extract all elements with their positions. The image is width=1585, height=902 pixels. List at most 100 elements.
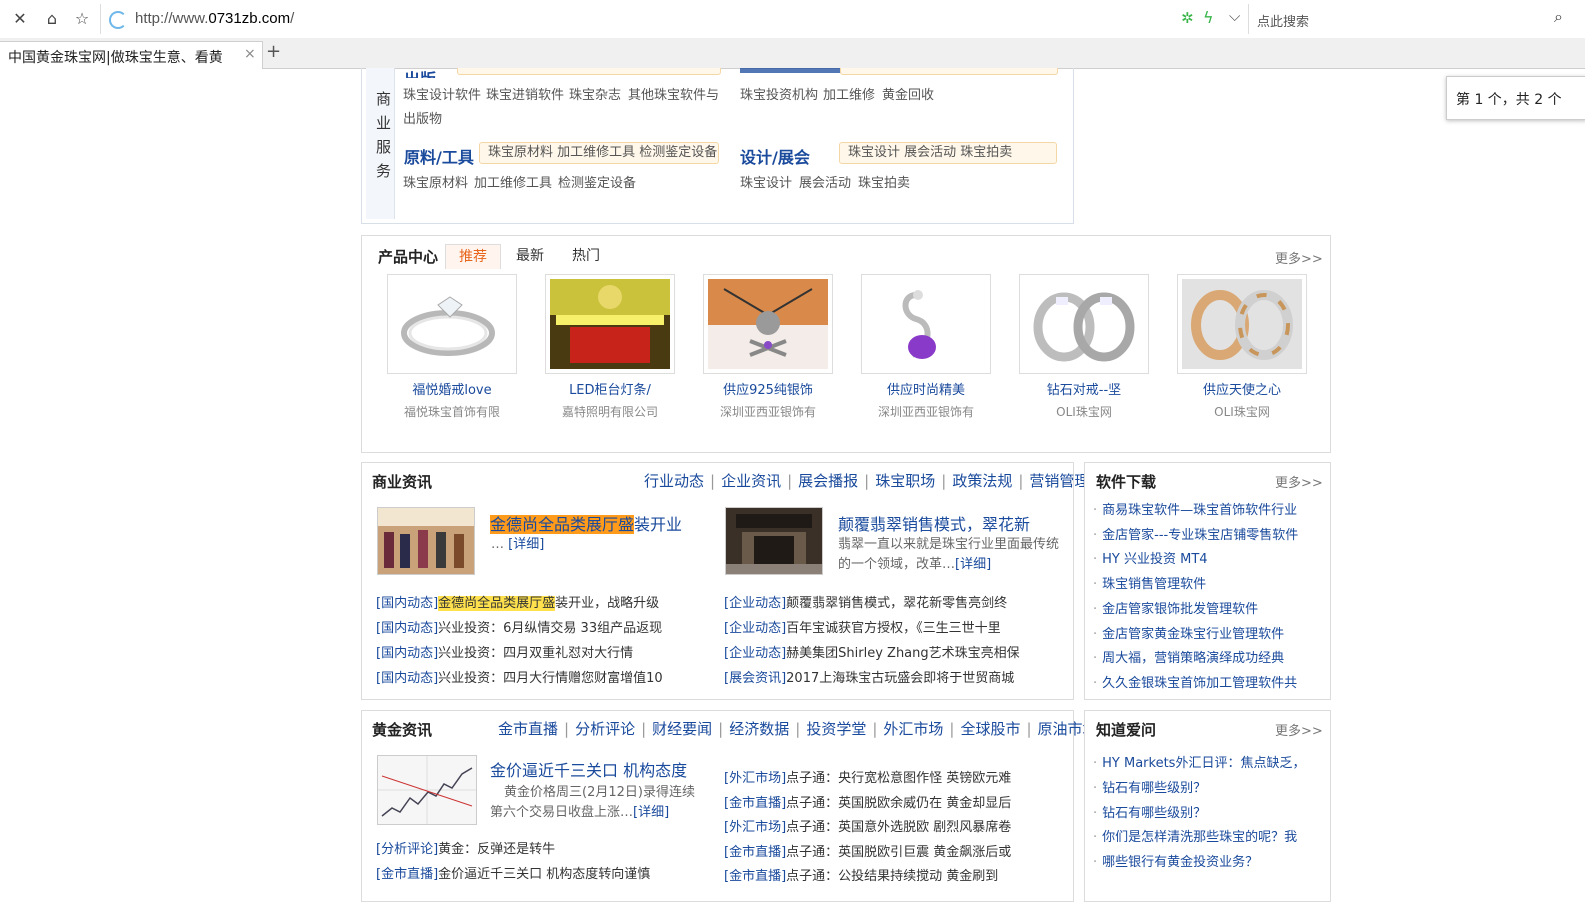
service-link[interactable]: 珠宝杂志 (569, 84, 621, 103)
refresh-icon[interactable]: ✲ (1181, 9, 1194, 27)
product-image[interactable] (703, 274, 833, 374)
news-list-item[interactable]: [金市直播]金价逼近千三关口 机构态度转向谨慎 (376, 863, 650, 882)
product-name[interactable]: 福悦婚戒love (387, 379, 517, 398)
news-list-item[interactable]: [展会资讯]2017上海珠宝古玩盛会即将于世贸商城 (724, 667, 1014, 686)
detail-link[interactable]: [详细] (955, 557, 991, 572)
url-text[interactable]: http://www.0731zb.com/ (135, 10, 294, 27)
nav-link[interactable]: 企业资讯 (721, 472, 781, 490)
nav-link[interactable]: 营销管理 (1029, 472, 1089, 490)
tab-latest[interactable]: 最新 (516, 244, 544, 268)
news-list-item[interactable]: [国内动态]兴业投资：四月大行情赠您财富增值10 (376, 667, 663, 686)
news-list-item[interactable]: [企业动态]颠覆翡翠销售模式，翠花新零售亮剑终 (724, 592, 1007, 611)
nav-link[interactable]: 全球股市 (960, 720, 1020, 738)
more-link[interactable]: 更多>> (1275, 248, 1323, 267)
news-headline[interactable]: 金德尚全品类展厅盛装开业 (490, 511, 682, 535)
product-image[interactable] (861, 274, 991, 374)
more-link[interactable]: 更多>> (1275, 472, 1323, 491)
news-list-item[interactable]: [外汇市场]点子通：英国意外选脱欧 剧烈风暴席卷 (724, 816, 1011, 835)
service-link[interactable]: 加工维修工具 (474, 172, 552, 191)
service-link[interactable]: 珠宝拍卖 (858, 172, 910, 191)
news-headline[interactable]: 颠覆翡翠销售模式，翠花新 (838, 511, 1030, 535)
product-image[interactable] (545, 274, 675, 374)
service-link[interactable]: 其他珠宝软件与 (628, 84, 719, 103)
software-item[interactable]: HY 兴业投资 MT4 (1093, 548, 1207, 567)
browser-tab[interactable]: 中国黄金珠宝网|做珠宝生意、看黄 × (0, 41, 263, 69)
news-thumbnail[interactable] (377, 507, 475, 575)
nav-link[interactable]: 政策法规 (952, 472, 1012, 490)
product-company[interactable]: 嘉特照明有限公司 (545, 403, 675, 420)
product-company[interactable]: OLI珠宝网 (1019, 403, 1149, 420)
address-bar[interactable]: http://www.0731zb.com/ ✲ ϟ ⌵ (100, 4, 1249, 34)
product-company[interactable]: 深圳亚西亚银饰有 (703, 403, 833, 420)
service-link[interactable]: 珠宝设计软件 (403, 84, 481, 103)
news-list-item[interactable]: [金市直播]点子通：公投结果持续搅动 黄金刷到 (724, 865, 998, 884)
product-image[interactable] (387, 274, 517, 374)
product-name[interactable]: 供应925纯银饰 (703, 379, 833, 398)
service-link[interactable]: 黄金回收 (882, 84, 934, 103)
star-icon[interactable]: ☆ (70, 7, 94, 31)
news-list-item[interactable]: [分析评论]黄金：反弹还是转牛 (376, 838, 555, 857)
nav-link[interactable]: 外汇市场 (883, 720, 943, 738)
nav-link[interactable]: 展会播报 (798, 472, 858, 490)
product-name[interactable]: LED柜台灯条/ (545, 379, 675, 398)
qa-item[interactable]: 钻石有哪些级别？ (1093, 802, 1206, 821)
software-item[interactable]: 金店管家银饰批发管理软件 (1093, 598, 1258, 617)
nav-link[interactable]: 投资学堂 (806, 720, 866, 738)
tab-close-icon[interactable]: × (244, 46, 256, 62)
service-link[interactable]: 珠宝投资机构 (740, 84, 818, 103)
nav-link[interactable]: 分析评论 (575, 720, 635, 738)
product-name[interactable]: 钻石对戒--坚 (1019, 379, 1149, 398)
news-thumbnail[interactable] (377, 755, 477, 825)
category-title-design[interactable]: 设计/展会 (740, 144, 810, 168)
search-box[interactable]: 点此搜索 ⌕ (1248, 4, 1585, 34)
service-link[interactable]: 珠宝设计 (740, 172, 792, 191)
service-link[interactable]: 出版物 (403, 108, 442, 127)
search-icon[interactable]: ⌕ (1554, 7, 1563, 27)
qa-item[interactable]: 钻石有哪些级别？ (1093, 777, 1206, 796)
news-list-item[interactable]: [国内动态]兴业投资：6月纵情交易 33组产品返现 (376, 617, 662, 636)
tab-recommended[interactable]: 推荐 (445, 244, 501, 269)
new-tab-icon[interactable]: + (266, 41, 281, 62)
product-company[interactable]: 深圳亚西亚银饰有 (861, 403, 991, 420)
nav-link[interactable]: 珠宝职场 (875, 472, 935, 490)
close-icon[interactable]: ✕ (8, 7, 32, 31)
tab-hot[interactable]: 热门 (572, 244, 600, 268)
home-icon[interactable]: ⌂ (40, 7, 64, 31)
news-thumbnail[interactable] (725, 507, 823, 575)
product-image[interactable] (1019, 274, 1149, 374)
product-company[interactable]: 福悦珠宝首饰有限 (387, 403, 517, 420)
service-link[interactable]: 珠宝进销软件 (486, 84, 564, 103)
news-list-item[interactable]: [外汇市场]点子通：央行宽松意图作怪 英镑欧元难 (724, 767, 1011, 786)
software-item[interactable]: 周大福，营销策略演绎成功经典 (1093, 647, 1284, 666)
software-item[interactable]: 久久金银珠宝首饰加工管理软件共 (1093, 672, 1297, 691)
product-name[interactable]: 供应时尚精美 (861, 379, 991, 398)
nav-link[interactable]: 金市直播 (498, 720, 558, 738)
more-link[interactable]: 更多>> (1275, 720, 1323, 739)
service-link[interactable]: 珠宝原材料 (403, 172, 468, 191)
service-link[interactable]: 检测鉴定设备 (558, 172, 636, 191)
software-item[interactable]: 珠宝销售管理软件 (1093, 573, 1206, 592)
service-link[interactable]: 展会活动 (799, 172, 851, 191)
detail-link[interactable]: [详细] (508, 537, 544, 552)
category-title-materials[interactable]: 原料/工具 (404, 144, 474, 168)
service-link[interactable]: 加工维修 (823, 84, 875, 103)
software-item[interactable]: 金店管家黄金珠宝行业管理软件 (1093, 623, 1284, 642)
lightning-icon[interactable]: ϟ (1203, 8, 1214, 27)
software-item[interactable]: 金店管家---专业珠宝店铺零售软件 (1093, 524, 1298, 543)
qa-item[interactable]: 你们是怎样清洗那些珠宝的呢？我 (1093, 826, 1297, 845)
nav-link[interactable]: 行业动态 (644, 472, 704, 490)
qa-item[interactable]: 哪些银行有黄金投资业务？ (1093, 851, 1258, 870)
nav-link[interactable]: 经济数据 (729, 720, 789, 738)
detail-link[interactable]: [详细] (633, 805, 669, 820)
search-input[interactable]: 点此搜索 (1257, 11, 1309, 30)
product-image[interactable] (1177, 274, 1307, 374)
news-list-item[interactable]: [国内动态]金德尚全品类展厅盛装开业，战略升级 (376, 592, 659, 611)
chevron-down-icon[interactable]: ⌵ (1229, 7, 1240, 25)
news-list-item[interactable]: [金市直播]点子通：英国脱欧引巨震 黄金飙涨后或 (724, 841, 1011, 860)
product-company[interactable]: OLI珠宝网 (1177, 403, 1307, 420)
news-list-item[interactable]: [金市直播]点子通：英国脱欧余威仍在 黄金却显后 (724, 792, 1011, 811)
news-list-item[interactable]: [国内动态]兴业投资：四月双重礼怼对大行情 (376, 642, 633, 661)
news-list-item[interactable]: [企业动态]百年宝诚获官方授权，《三生三世十里 (724, 617, 1001, 636)
nav-link[interactable]: 财经要闻 (652, 720, 712, 738)
news-headline[interactable]: 金价逼近千三关口 机构态度 (490, 757, 687, 781)
